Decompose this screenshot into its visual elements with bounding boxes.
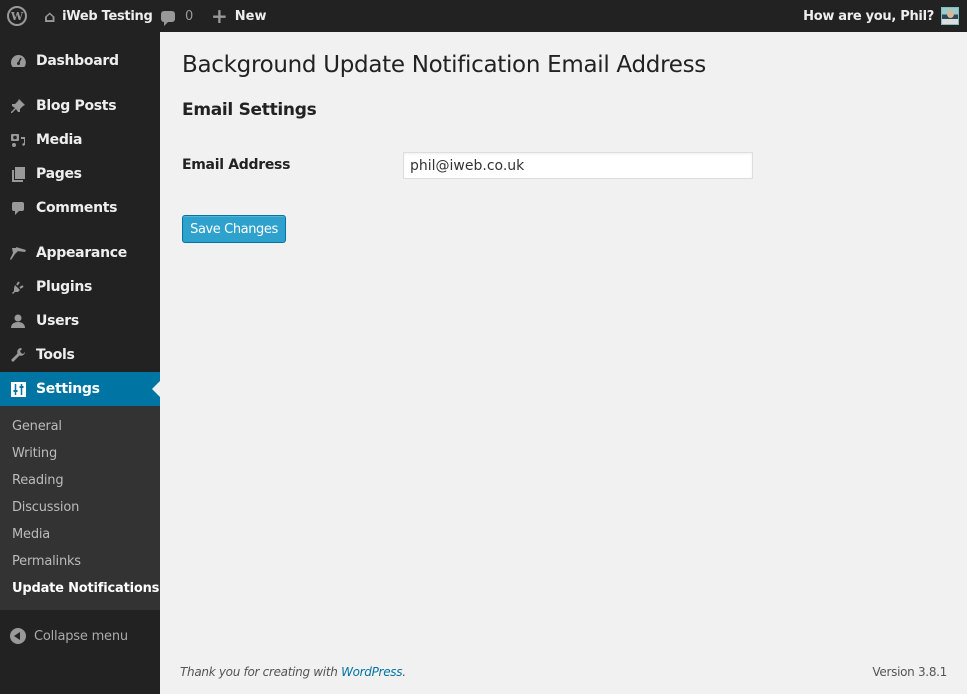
submenu-item-discussion[interactable]: Discussion bbox=[12, 500, 79, 515]
sidebar-label: Settings bbox=[36, 381, 100, 397]
sidebar-item-media[interactable]: Media bbox=[0, 123, 160, 157]
site-name-label: iWeb Testing bbox=[62, 8, 153, 24]
section-title: Email Settings bbox=[182, 100, 317, 120]
submenu-item-update-notifications[interactable]: Update Notifications bbox=[12, 581, 159, 596]
sidebar-label: Dashboard bbox=[36, 53, 119, 69]
comment-icon bbox=[8, 198, 28, 218]
avatar bbox=[941, 7, 959, 25]
submenu-item-permalinks[interactable]: Permalinks bbox=[12, 554, 81, 569]
sliders-icon bbox=[8, 379, 28, 399]
pin-icon bbox=[8, 96, 28, 116]
comment-bubble-icon bbox=[161, 10, 175, 26]
wordpress-link[interactable]: WordPress bbox=[341, 665, 402, 679]
sidebar-label: Blog Posts bbox=[36, 98, 117, 114]
sidebar-item-settings[interactable]: Settings bbox=[0, 372, 160, 406]
sidebar-item-dashboard[interactable]: Dashboard bbox=[0, 44, 160, 78]
plus-icon: + bbox=[211, 4, 228, 28]
sidebar-item-comments[interactable]: Comments bbox=[0, 191, 160, 225]
sidebar-item-plugins[interactable]: Plugins bbox=[0, 270, 160, 304]
submenu-item-general[interactable]: General bbox=[12, 419, 62, 434]
user-icon bbox=[8, 311, 28, 331]
new-label: New bbox=[234, 8, 267, 24]
sidebar-label: Comments bbox=[36, 200, 118, 216]
plug-icon bbox=[8, 277, 28, 297]
sidebar-label: Media bbox=[36, 132, 83, 148]
wordpress-logo-icon: W bbox=[7, 6, 27, 26]
admin-sidebar: Dashboard Blog Posts Media Pages Comment… bbox=[0, 32, 160, 694]
comments-count: 0 bbox=[185, 8, 194, 24]
sidebar-label: Tools bbox=[36, 347, 75, 363]
email-address-label: Email Address bbox=[182, 157, 291, 173]
site-name-link[interactable]: ⌂ iWeb Testing bbox=[44, 0, 153, 32]
greeting-text: How are you, Phil? bbox=[803, 8, 934, 24]
home-icon: ⌂ bbox=[44, 6, 56, 26]
sidebar-item-users[interactable]: Users bbox=[0, 304, 160, 338]
wordpress-logo-menu[interactable]: W bbox=[7, 0, 29, 32]
collapse-arrow-icon bbox=[10, 628, 26, 644]
sidebar-item-blog-posts[interactable]: Blog Posts bbox=[0, 89, 160, 123]
dashboard-icon bbox=[8, 51, 28, 71]
wrench-icon bbox=[8, 345, 28, 365]
collapse-menu-button[interactable]: Collapse menu bbox=[10, 628, 128, 644]
footer-thanks: Thank you for creating with WordPress. bbox=[180, 665, 406, 679]
footer-thanks-suffix: . bbox=[402, 665, 406, 679]
footer-thanks-text: Thank you for creating with bbox=[180, 665, 342, 679]
sidebar-label: Users bbox=[36, 313, 79, 329]
save-changes-button[interactable]: Save Changes bbox=[182, 215, 286, 243]
email-address-input[interactable] bbox=[403, 152, 753, 179]
paintbrush-icon bbox=[8, 243, 28, 263]
settings-submenu: General Writing Reading Discussion Media… bbox=[0, 406, 160, 610]
submenu-item-media[interactable]: Media bbox=[12, 527, 50, 542]
pages-icon bbox=[8, 164, 28, 184]
sidebar-label: Pages bbox=[36, 166, 82, 182]
submenu-item-writing[interactable]: Writing bbox=[12, 446, 57, 461]
admin-bar: W ⌂ iWeb Testing 0 + New How are you, Ph… bbox=[0, 0, 967, 32]
sidebar-item-tools[interactable]: Tools bbox=[0, 338, 160, 372]
new-content-button[interactable]: + New bbox=[211, 0, 266, 32]
page-title: Background Update Notification Email Add… bbox=[182, 52, 706, 78]
sidebar-item-pages[interactable]: Pages bbox=[0, 157, 160, 191]
collapse-menu-label: Collapse menu bbox=[34, 628, 128, 644]
sidebar-label: Plugins bbox=[36, 279, 93, 295]
my-account-menu[interactable]: How are you, Phil? bbox=[803, 0, 959, 32]
comments-link[interactable]: 0 bbox=[161, 0, 193, 32]
media-icon bbox=[8, 130, 28, 150]
version-text: Version 3.8.1 bbox=[872, 665, 947, 679]
sidebar-item-appearance[interactable]: Appearance bbox=[0, 236, 160, 270]
sidebar-label: Appearance bbox=[36, 245, 127, 261]
submenu-item-reading[interactable]: Reading bbox=[12, 473, 64, 488]
